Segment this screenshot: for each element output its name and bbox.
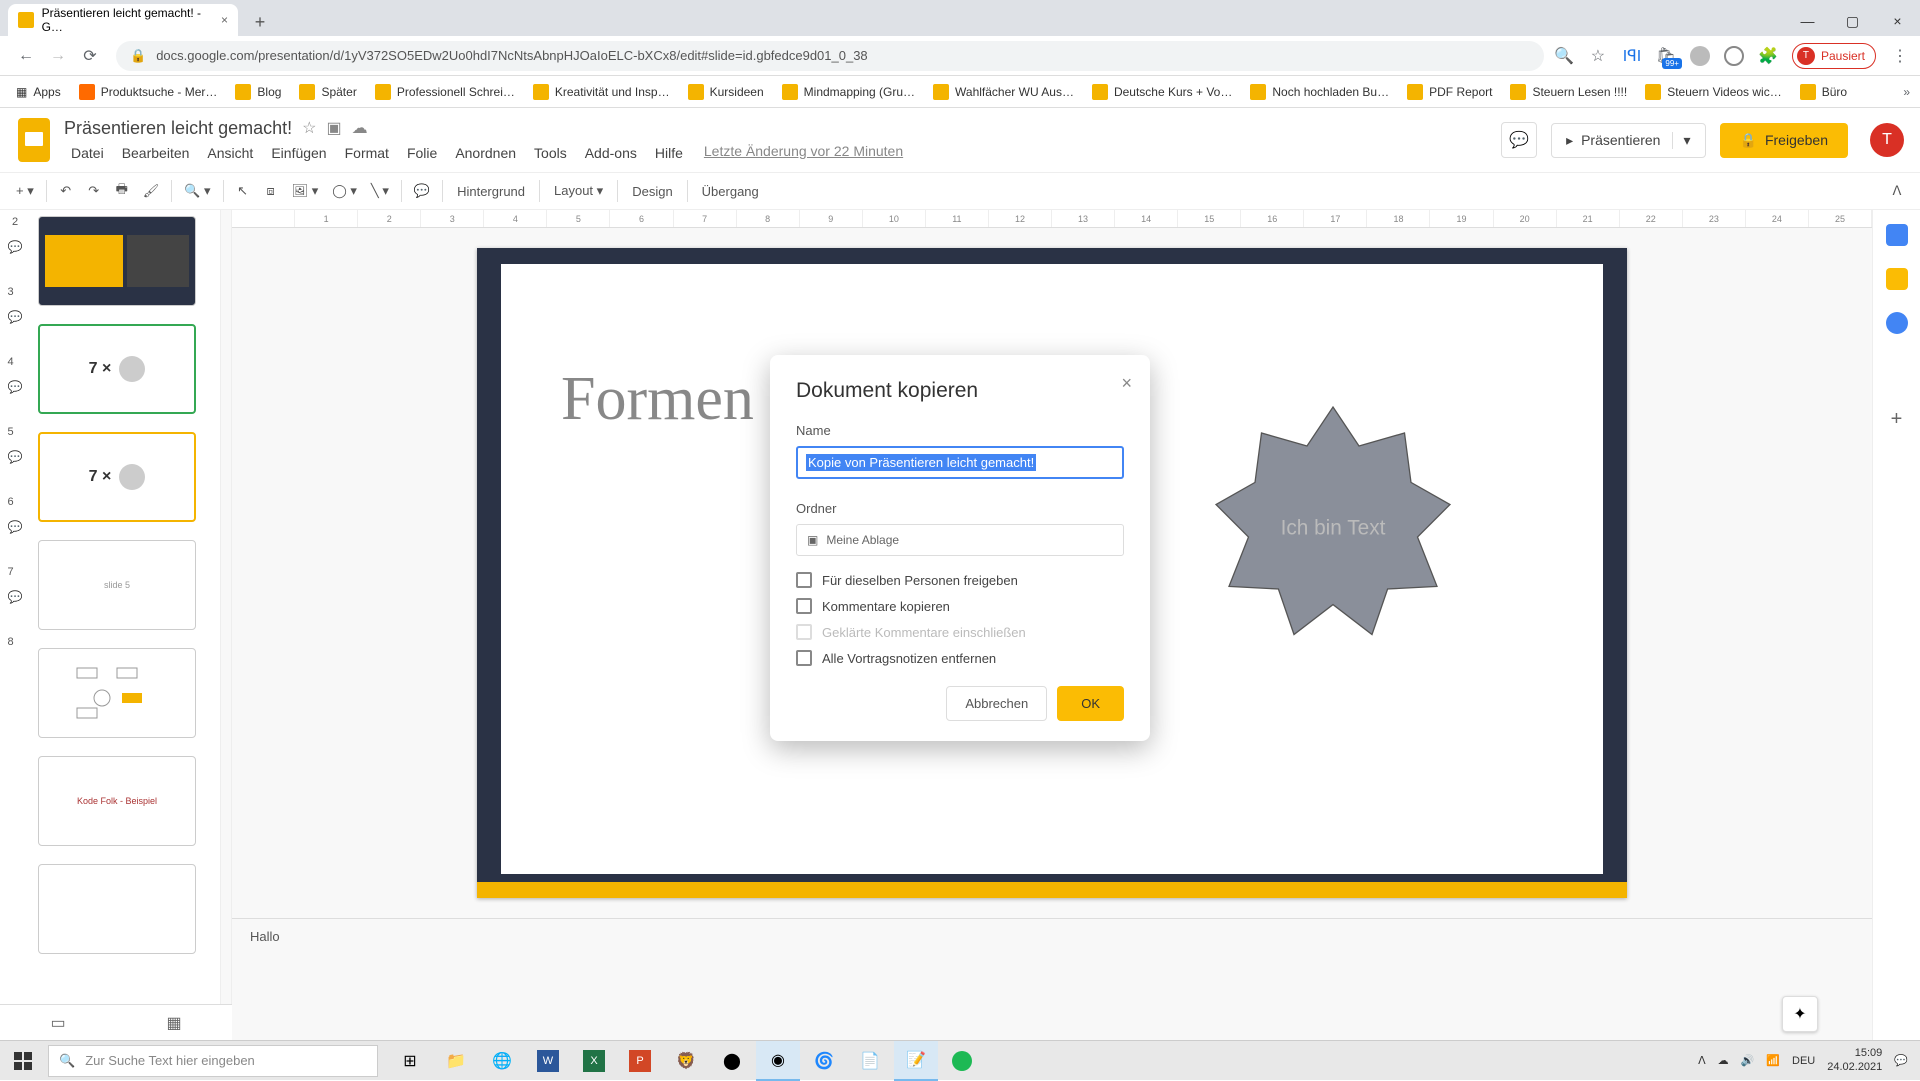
share-same-people-checkbox[interactable]: Für dieselben Personen freigeben <box>796 572 1124 588</box>
ok-button[interactable]: OK <box>1057 686 1124 721</box>
dialog-title: Dokument kopieren <box>796 379 1124 403</box>
remove-speaker-notes-checkbox[interactable]: Alle Vortragsnotizen entfernen <box>796 650 1124 666</box>
checkbox-label: Alle Vortragsnotizen entfernen <box>822 651 996 666</box>
folder-picker[interactable]: ▣ Meine Ablage <box>796 524 1124 556</box>
checkbox-icon <box>796 572 812 588</box>
folder-icon: ▣ <box>807 533 818 547</box>
include-resolved-checkbox: Geklärte Kommentare einschließen <box>796 624 1124 640</box>
copy-comments-checkbox[interactable]: Kommentare kopieren <box>796 598 1124 614</box>
cancel-button[interactable]: Abbrechen <box>946 686 1047 721</box>
name-label: Name <box>796 423 1124 438</box>
folder-value: Meine Ablage <box>826 533 899 547</box>
checkbox-label: Geklärte Kommentare einschließen <box>822 625 1026 640</box>
checkbox-label: Kommentare kopieren <box>822 599 950 614</box>
folder-label: Ordner <box>796 501 1124 516</box>
checkbox-label: Für dieselben Personen freigeben <box>822 573 1018 588</box>
dialog-close-button[interactable]: × <box>1121 373 1132 394</box>
modal-scrim: Dokument kopieren × Name Kopie von Präse… <box>0 0 1920 1080</box>
copy-document-dialog: Dokument kopieren × Name Kopie von Präse… <box>770 355 1150 741</box>
checkbox-icon <box>796 650 812 666</box>
checkbox-icon <box>796 598 812 614</box>
document-name-input[interactable]: Kopie von Präsentieren leicht gemacht! <box>796 446 1124 479</box>
name-input-value: Kopie von Präsentieren leicht gemacht! <box>806 454 1036 471</box>
checkbox-icon <box>796 624 812 640</box>
